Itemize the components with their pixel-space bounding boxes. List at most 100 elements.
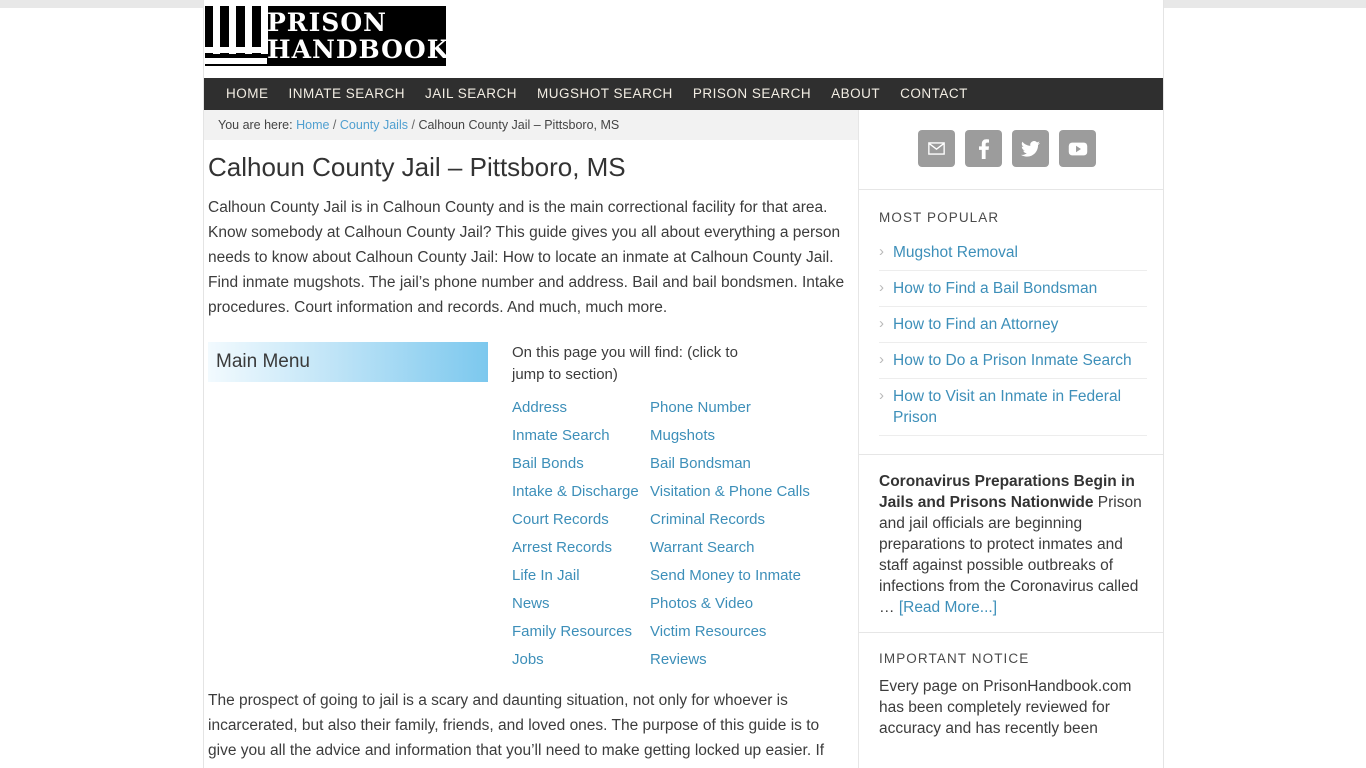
popular-link-mugshot-removal[interactable]: Mugshot Removal [879,241,1147,263]
popular-link-visit-inmate-federal-prison[interactable]: How to Visit an Inmate in Federal Prison [879,385,1147,428]
toc-link-criminal-records[interactable]: Criminal Records [650,509,765,531]
toc-cell: Family Resources [512,618,650,646]
email-icon[interactable] [918,130,955,167]
most-popular-title: MOST POPULAR [879,210,1000,225]
twitter-icon[interactable] [1012,130,1049,167]
nav-item-prison-search[interactable]: PRISON SEARCH [683,78,821,110]
toc-cell: Jobs [512,646,650,674]
email-glyph [928,142,945,155]
toc-link-mugshots[interactable]: Mugshots [650,425,715,447]
toc-cell: Court Records [512,506,650,534]
important-notice-body: Every page on PrisonHandbook.com has bee… [879,678,1132,737]
toc-link-family-resources[interactable]: Family Resources [512,621,632,643]
toc-cell: Life In Jail [512,562,650,590]
list-item: Mugshot Removal [879,235,1147,271]
toc-link-life-in-jail[interactable]: Life In Jail [512,565,580,587]
twitter-glyph [1021,140,1040,157]
youtube-glyph [1068,142,1087,155]
toc-link-send-money-to-inmate[interactable]: Send Money to Inmate [650,565,801,587]
toc-cell: News [512,590,650,618]
toc-link-address[interactable]: Address [512,397,567,419]
nav-item-inmate-search[interactable]: INMATE SEARCH [279,78,416,110]
breadcrumb: You are here: Home / County Jails / Calh… [204,110,858,140]
news-widget: Coronavirus Preparations Begin in Jails … [859,455,1163,633]
facebook-glyph [978,138,989,159]
list-item: How to Find an Attorney [879,307,1147,343]
content-inner: Calhoun County Jail – Pittsboro, MS Calh… [204,152,858,763]
toc-cell: Bail Bondsman [650,450,848,478]
toc-link-bail-bondsman[interactable]: Bail Bondsman [650,453,751,475]
news-title[interactable]: Coronavirus Preparations Begin in Jails … [879,473,1135,511]
site-header: PRISON HANDBOOK [204,0,1163,78]
news-entry: Coronavirus Preparations Begin in Jails … [879,471,1147,618]
toc-lead-text: On this page you will find: (click to ju… [512,344,738,383]
toc-link-visitation-phone-calls[interactable]: Visitation & Phone Calls [650,481,810,503]
breadcrumb-current: Calhoun County Jail – Pittsboro, MS [418,118,620,132]
nav-item-contact[interactable]: CONTACT [890,78,978,110]
list-item: How to Do a Prison Inmate Search [879,343,1147,379]
toc-cell: Victim Resources [650,618,848,646]
important-notice-title: IMPORTANT NOTICE [879,651,1030,666]
facebook-icon[interactable] [965,130,1002,167]
toc-link-victim-resources[interactable]: Victim Resources [650,621,766,643]
site-container: PRISON HANDBOOK HOME INMATE SEARCH JAIL … [203,0,1164,768]
breadcrumb-link-home[interactable]: Home [296,118,329,132]
most-popular-widget: MOST POPULAR Mugshot Removal How to Find… [859,190,1163,455]
toc-link-reviews[interactable]: Reviews [650,649,707,671]
toc-link-news[interactable]: News [512,593,550,615]
logo-text: PRISON HANDBOOK [267,9,446,63]
sidebar: MOST POPULAR Mugshot Removal How to Find… [859,110,1163,768]
page-root: PRISON HANDBOOK HOME INMATE SEARCH JAIL … [0,0,1366,768]
logo-line-1: PRISON [267,8,387,37]
main-menu-heading: Main Menu [208,342,488,382]
nav-item-about[interactable]: ABOUT [821,78,890,110]
intro-paragraph: Calhoun County Jail is in Calhoun County… [208,199,845,316]
main-menu-column: Main Menu [208,342,508,674]
toc-cell: Intake & Discharge [512,478,650,506]
popular-link-find-attorney[interactable]: How to Find an Attorney [879,313,1147,335]
toc-cell: Phone Number [650,394,848,422]
breadcrumb-separator-2: / [411,118,415,132]
popular-link-find-bail-bondsman[interactable]: How to Find a Bail Bondsman [879,277,1147,299]
list-item: How to Find a Bail Bondsman [879,271,1147,307]
body-columns: You are here: Home / County Jails / Calh… [204,110,1163,768]
news-excerpt: Prison and jail officials are beginning … [879,494,1142,616]
site-logo[interactable]: PRISON HANDBOOK [205,6,446,66]
toc-cell: Send Money to Inmate [650,562,848,590]
youtube-icon[interactable] [1059,130,1096,167]
toc-link-jobs[interactable]: Jobs [512,649,544,671]
toc-cell: Arrest Records [512,534,650,562]
important-notice-widget: IMPORTANT NOTICE Every page on PrisonHan… [859,633,1163,753]
menu-and-toc-row: Main Menu On this page you will find: (c… [208,342,848,674]
outro-paragraph: The prospect of going to jail is a scary… [208,692,825,759]
toc-link-arrest-records[interactable]: Arrest Records [512,537,612,559]
social-widget [859,110,1163,190]
toc-cell: Mugshots [650,422,848,450]
breadcrumb-separator-1: / [332,118,337,132]
toc-cell: Address [512,394,650,422]
toc-link-photos-video[interactable]: Photos & Video [650,593,753,615]
toc-column: On this page you will find: (click to ju… [508,342,848,674]
popular-link-prison-inmate-search[interactable]: How to Do a Prison Inmate Search [879,349,1147,371]
most-popular-list: Mugshot Removal How to Find a Bail Bonds… [879,235,1147,436]
logo-line-2: HANDBOOK [267,35,446,64]
toc-link-intake-discharge[interactable]: Intake & Discharge [512,481,639,503]
page-title: Calhoun County Jail – Pittsboro, MS [208,152,626,182]
toc-link-court-records[interactable]: Court Records [512,509,609,531]
breadcrumb-link-county-jails[interactable]: County Jails [340,118,408,132]
toc-cell: Bail Bonds [512,450,650,478]
read-more-link[interactable]: [Read More...] [899,599,997,616]
main-content: You are here: Home / County Jails / Calh… [204,110,859,768]
nav-item-mugshot-search[interactable]: MUGSHOT SEARCH [527,78,683,110]
toc-link-inmate-search[interactable]: Inmate Search [512,425,610,447]
toc-link-bail-bonds[interactable]: Bail Bonds [512,453,584,475]
toc-cell: Visitation & Phone Calls [650,478,848,506]
nav-item-home[interactable]: HOME [216,78,279,110]
toc-link-phone-number[interactable]: Phone Number [650,397,751,419]
toc-link-warrant-search[interactable]: Warrant Search [650,537,754,559]
toc-cell: Photos & Video [650,590,848,618]
toc-cell: Reviews [650,646,848,674]
primary-navigation[interactable]: HOME INMATE SEARCH JAIL SEARCH MUGSHOT S… [204,78,1163,110]
prison-bars-icon [205,6,268,66]
nav-item-jail-search[interactable]: JAIL SEARCH [415,78,527,110]
